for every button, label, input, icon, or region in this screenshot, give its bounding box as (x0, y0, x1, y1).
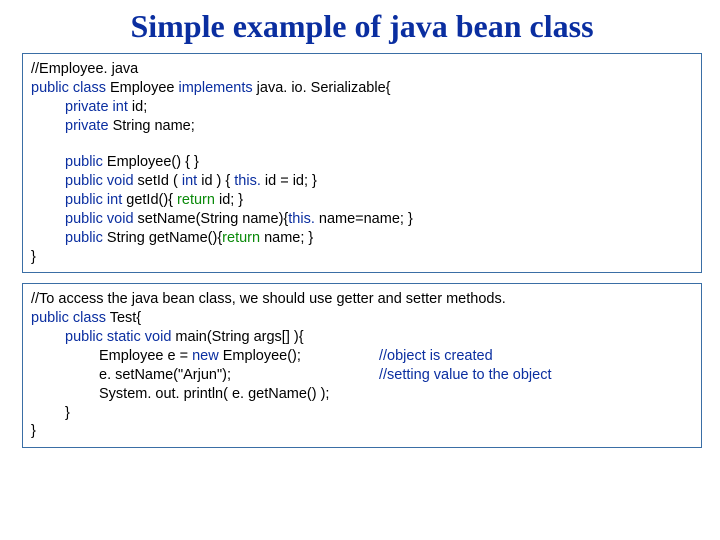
code-line: public class Employee implements java. i… (31, 79, 693, 98)
code-line: System. out. println( e. getName() ); (31, 385, 693, 404)
code-line: private String name; (31, 117, 693, 136)
code-line: Employee e = new Employee();//object is … (31, 347, 693, 366)
code-line: } (31, 248, 693, 267)
code-line: public int getId(){ return id; } (31, 191, 693, 210)
code-line: public void setName(String name){this. n… (31, 210, 693, 229)
code-line: private int id; (31, 98, 693, 117)
code-line: //Employee. java (31, 60, 693, 79)
code-line: } (31, 422, 693, 441)
code-line: //To access the java bean class, we shou… (31, 290, 693, 309)
code-box-test: //To access the java bean class, we shou… (22, 283, 702, 448)
code-line: public String getName(){return name; } (31, 229, 693, 248)
code-line: public Employee() { } (31, 153, 693, 172)
code-line: e. setName("Arjun");//setting value to t… (31, 366, 693, 385)
code-line: public class Test{ (31, 309, 693, 328)
code-line: } (31, 404, 693, 423)
code-line: public void setId ( int id ) { this. id … (31, 172, 693, 191)
code-line: public static void main(String args[] ){ (31, 328, 693, 347)
slide-title: Simple example of java bean class (22, 8, 702, 45)
code-box-employee: //Employee. java public class Employee i… (22, 53, 702, 273)
